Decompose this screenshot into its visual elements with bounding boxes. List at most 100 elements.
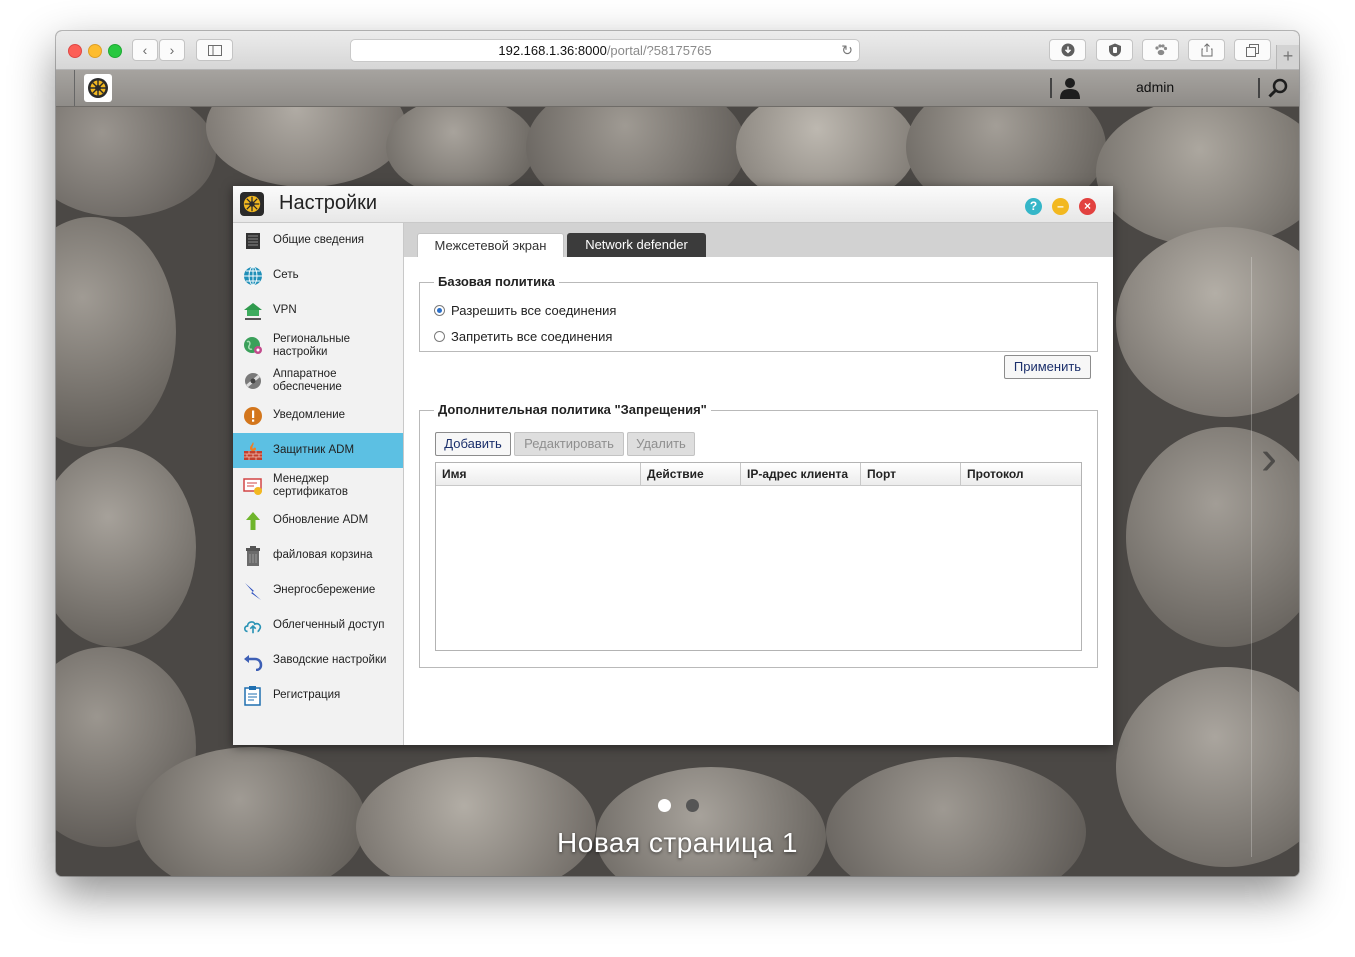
sidebar-item-vpn[interactable]: VPN <box>233 293 403 328</box>
sidebar-item-registration[interactable]: Регистрация <box>233 678 403 713</box>
base-policy-group: Базовая политика Разрешить все соединени… <box>419 274 1098 352</box>
chevron-right-icon: › <box>1261 432 1277 485</box>
dialog-header: Настройки ? – × <box>233 186 1113 223</box>
firewall-icon <box>243 441 263 461</box>
taskbar-divider <box>1258 78 1260 98</box>
help-button[interactable]: ? <box>1025 198 1042 215</box>
sidebar-item-recycle-bin[interactable]: файловая корзина <box>233 538 403 573</box>
settings-app-launcher[interactable] <box>84 74 112 102</box>
close-icon: × <box>1083 199 1091 213</box>
extension-shield-button[interactable] <box>1096 39 1133 61</box>
sidebar-item-label: Заводские настройки <box>273 654 387 666</box>
tab-strip: Межсетевой экран Network defender <box>404 223 1113 257</box>
base-policy-legend: Базовая политика <box>434 274 559 289</box>
downloads-button[interactable] <box>1049 39 1086 61</box>
extension-paw-button[interactable] <box>1142 39 1179 61</box>
sidebar-item-hardware[interactable]: Аппаратное обеспечение <box>233 363 403 398</box>
settings-dialog: Настройки ? – × Общие сведения Сеть VPN … <box>233 186 1113 745</box>
tab-network-defender[interactable]: Network defender <box>567 233 706 257</box>
table-body <box>436 486 1081 650</box>
minimize-dialog-button[interactable]: – <box>1052 198 1069 215</box>
sidebar-item-easy-access[interactable]: Облегченный доступ <box>233 608 403 643</box>
new-tab-button[interactable]: + <box>1276 45 1299 69</box>
column-header-action[interactable]: Действие <box>641 463 741 485</box>
server-icon <box>243 231 263 251</box>
hardware-icon <box>243 371 263 391</box>
column-header-protocol[interactable]: Протокол <box>961 463 1081 485</box>
sidebar-item-label: Уведомление <box>273 409 346 421</box>
back-button[interactable]: ‹ <box>132 39 158 61</box>
forward-button[interactable]: › <box>159 39 185 61</box>
delete-rule-button[interactable]: Удалить <box>627 432 695 456</box>
address-bar[interactable]: 192.168.1.36:8000/portal/?58175765 ↻ <box>350 39 860 62</box>
sidebar-toggle-button[interactable] <box>196 39 233 61</box>
sidebar-item-label: Аппаратное обеспечение <box>273 367 342 393</box>
desktop-page-title: Новая страница 1 <box>557 827 798 858</box>
table-header: Имя Действие IP-адрес клиента Порт Прото… <box>436 463 1081 486</box>
help-icon: ? <box>1029 199 1038 213</box>
edit-rule-button[interactable]: Редактировать <box>514 432 624 456</box>
cloud-upload-icon <box>243 616 263 636</box>
minus-icon: – <box>1057 199 1064 213</box>
sidebar-item-regional[interactable]: Региональные настройки <box>233 328 403 363</box>
plus-icon: + <box>1282 46 1294 66</box>
settings-app-icon <box>240 192 264 216</box>
sidebar-item-notification[interactable]: Уведомление <box>233 398 403 433</box>
tab-firewall[interactable]: Межсетевой экран <box>417 233 564 257</box>
alert-icon <box>243 406 263 426</box>
page-dot-1[interactable] <box>658 799 671 812</box>
zoom-window-button[interactable] <box>108 44 122 58</box>
allow-all-radio[interactable] <box>434 305 445 316</box>
globe-icon <box>243 266 263 286</box>
deny-all-option[interactable]: Запретить все соединения <box>434 329 612 344</box>
next-page-arrow[interactable]: › <box>1261 431 1277 486</box>
search-icon[interactable] <box>1268 78 1288 98</box>
column-header-port[interactable]: Порт <box>861 463 961 485</box>
sidebar-item-label: Обновление ADM <box>273 514 369 526</box>
paw-icon <box>1154 44 1167 56</box>
user-icon[interactable] <box>1060 77 1080 99</box>
hand-shield-icon <box>1108 43 1121 57</box>
tabs-overview-button[interactable] <box>1234 39 1271 61</box>
url-host: 192.168.1.36:8000 <box>498 43 607 58</box>
settings-wheel-icon <box>243 195 261 213</box>
column-header-name[interactable]: Имя <box>436 463 641 485</box>
allow-all-option[interactable]: Разрешить все соединения <box>434 303 616 318</box>
sidebar-item-certificates[interactable]: Менеджер сертификатов <box>233 468 403 503</box>
add-rule-button[interactable]: Добавить <box>435 432 511 456</box>
close-dialog-button[interactable]: × <box>1079 198 1096 215</box>
trash-icon <box>243 545 263 566</box>
column-header-client-ip[interactable]: IP-адрес клиента <box>741 463 861 485</box>
apply-button[interactable]: Применить <box>1004 355 1091 379</box>
sidebar-item-adm-update[interactable]: Обновление ADM <box>233 503 403 538</box>
reload-icon[interactable]: ↻ <box>841 40 853 61</box>
taskbar-divider <box>1050 78 1052 98</box>
settings-wheel-icon <box>88 78 108 98</box>
sidebar-item-energy[interactable]: Энергосбережение <box>233 573 403 608</box>
sidebar-item-label: Сеть <box>273 269 299 281</box>
minimize-window-button[interactable] <box>88 44 102 58</box>
url-path: /portal/?58175765 <box>606 43 712 58</box>
sidebar-item-general[interactable]: Общие сведения <box>233 223 403 258</box>
sidebar-item-label: Энергосбережение <box>273 584 376 596</box>
sidebar-item-adm-defender[interactable]: Защитник ADM <box>233 433 403 468</box>
vpn-house-icon <box>243 301 263 321</box>
regional-globe-icon <box>243 336 263 356</box>
deny-all-radio[interactable] <box>434 331 445 342</box>
share-button[interactable] <box>1188 39 1225 61</box>
sidebar-item-label: Защитник ADM <box>273 444 355 456</box>
chevron-right-icon: › <box>169 42 175 58</box>
sidebar-item-label: Региональные настройки <box>273 332 351 358</box>
registration-icon <box>243 685 263 706</box>
sidebar-item-network[interactable]: Сеть <box>233 258 403 293</box>
page-dot-2[interactable] <box>686 799 699 812</box>
close-window-button[interactable] <box>68 44 82 58</box>
reset-arrow-icon <box>243 651 263 671</box>
browser-window: ‹ › 192.168.1.36:8000/portal/?58175765 ↻ <box>56 31 1299 876</box>
username-label[interactable]: admin <box>1136 79 1174 95</box>
sidebar-item-factory-reset[interactable]: Заводские настройки <box>233 643 403 678</box>
update-arrow-icon <box>243 511 263 531</box>
browser-toolbar: ‹ › 192.168.1.36:8000/portal/?58175765 ↻ <box>56 31 1299 70</box>
energy-icon <box>243 581 263 601</box>
share-icon <box>1201 43 1212 57</box>
